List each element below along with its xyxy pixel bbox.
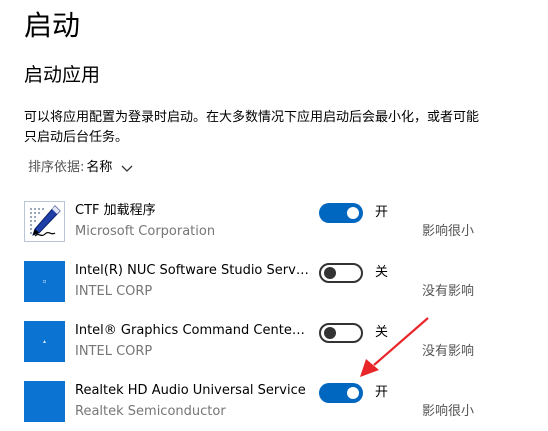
ctf-loader-icon xyxy=(24,201,65,242)
app-publisher: Realtek Semiconductor xyxy=(75,404,226,419)
startup-toggle-intel-graphics[interactable] xyxy=(319,323,363,343)
sort-dropdown[interactable]: 排序依据: 名称 xyxy=(28,158,134,178)
chevron-down-icon xyxy=(120,161,134,175)
app-name: CTF 加载程序 xyxy=(75,203,156,218)
app-row-realtek-audio: Realtek HD Audio Universal Service Realt… xyxy=(0,381,548,431)
section-title: 启动应用 xyxy=(24,64,101,86)
startup-toggle-intel-nuc[interactable] xyxy=(319,263,363,283)
description-text: 可以将应用配置为登录时启动。在大多数情况下应用启动后会最小化，或者可能只启动后台… xyxy=(24,110,480,145)
toggle-state-label: 开 xyxy=(375,205,389,220)
toggle-knob xyxy=(324,327,336,339)
toggle-knob xyxy=(347,387,359,399)
startup-impact: 影响很小 xyxy=(421,404,474,419)
toggle-knob xyxy=(324,267,336,279)
toggle-state-label: 关 xyxy=(375,265,389,280)
toggle-state-label: 关 xyxy=(375,325,389,340)
app-name: Realtek HD Audio Universal Service xyxy=(75,383,306,398)
toggle-state-label: 开 xyxy=(375,385,389,400)
sort-label: 排序依据: xyxy=(28,160,85,175)
app-name: Intel(R) NUC Software Studio Service xyxy=(75,263,310,278)
page-title: 启动 xyxy=(24,9,81,42)
app-tile-icon: ▴ xyxy=(24,321,65,362)
app-tile-icon: ▫ xyxy=(24,261,65,302)
app-row-intel-nuc: ▫ Intel(R) NUC Software Studio Service I… xyxy=(0,261,548,311)
startup-impact: 没有影响 xyxy=(421,284,474,299)
startup-toggle-ctf-loader[interactable] xyxy=(319,203,363,223)
tile-glyph-icon: ▴ xyxy=(42,338,46,345)
app-row-ctf-loader: CTF 加载程序 Microsoft Corporation 开 影响很小 xyxy=(0,201,548,251)
toggle-knob xyxy=(347,207,359,219)
startup-impact: 没有影响 xyxy=(421,344,474,359)
app-publisher: Microsoft Corporation xyxy=(75,224,216,239)
startup-impact: 影响很小 xyxy=(421,224,474,239)
app-publisher: INTEL CORP xyxy=(75,344,153,359)
app-publisher: INTEL CORP xyxy=(75,284,153,299)
tile-glyph-icon: ▫ xyxy=(42,278,47,285)
app-row-intel-graphics: ▴ Intel® Graphics Command Center S... IN… xyxy=(0,321,548,371)
app-tile-icon xyxy=(24,381,65,422)
app-name: Intel® Graphics Command Center S... xyxy=(75,323,310,338)
sort-value: 名称 xyxy=(86,160,113,175)
startup-toggle-realtek-audio[interactable] xyxy=(319,383,363,403)
